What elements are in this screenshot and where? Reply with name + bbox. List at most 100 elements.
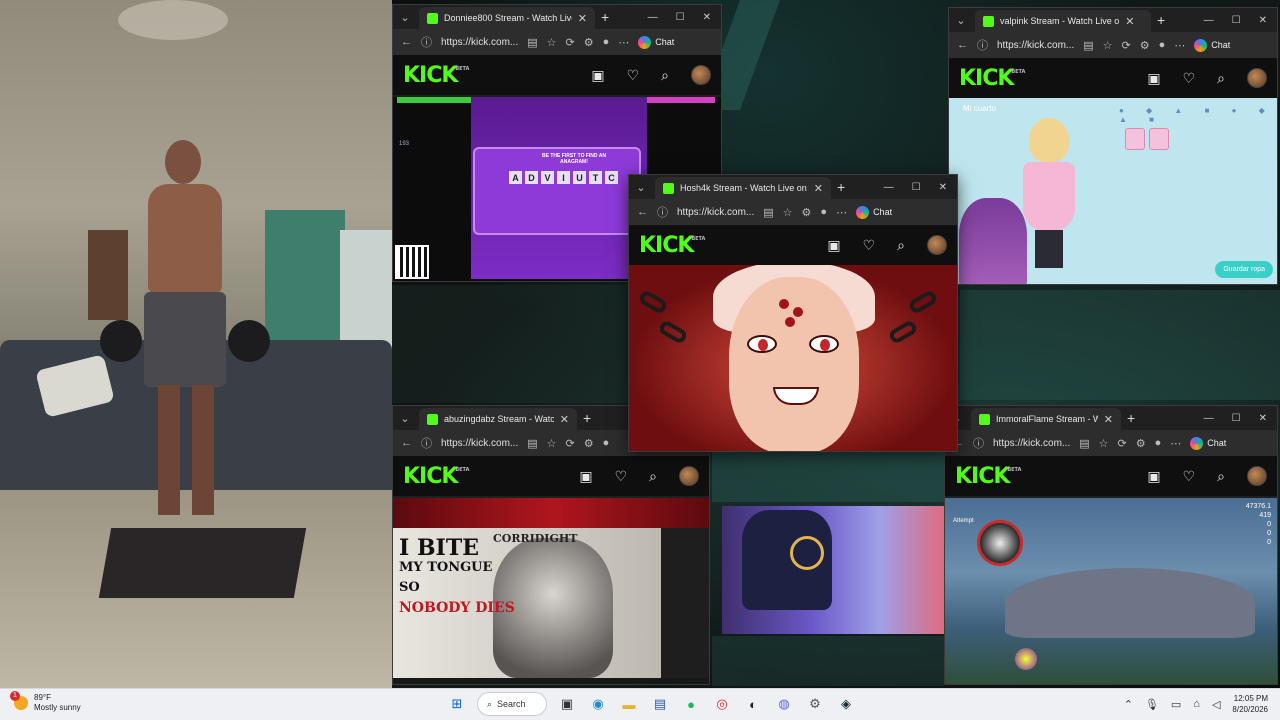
new-tab-button[interactable]: + xyxy=(1127,410,1135,426)
taskbar-search[interactable]: ⌕ Search xyxy=(477,692,547,716)
back-icon[interactable]: ← xyxy=(957,39,968,51)
more-options-icon[interactable]: ⋯ xyxy=(618,36,629,49)
refresh-icon[interactable]: ⟳ xyxy=(1118,437,1127,450)
refresh-icon[interactable]: ⟳ xyxy=(1122,39,1131,52)
user-avatar[interactable] xyxy=(679,466,699,486)
tab-list-chevron-icon[interactable]: ⌄ xyxy=(397,11,413,24)
spotify-icon[interactable]: ● xyxy=(680,693,702,715)
search-icon[interactable]: ⌕ xyxy=(649,468,657,485)
copilot-chat-button[interactable]: Chat xyxy=(1194,38,1230,52)
profile-icon[interactable]: ● xyxy=(603,36,610,48)
extensions-icon[interactable]: ⚙ xyxy=(1136,437,1146,450)
windows-start-icon[interactable]: ⊞ xyxy=(446,693,468,715)
new-tab-button[interactable]: + xyxy=(837,179,845,195)
kick-logo[interactable]: KICK BETA xyxy=(639,233,705,258)
favorite-star-icon[interactable]: ☆ xyxy=(1099,437,1109,450)
close-tab-icon[interactable]: ✕ xyxy=(560,413,569,426)
kick-logo[interactable]: KICK BETA xyxy=(955,464,1021,489)
chrome-icon[interactable]: ◎ xyxy=(711,693,733,715)
tab-stream[interactable]: Hosh4k Stream - Watch Live on K ✕ xyxy=(655,177,831,199)
video-player[interactable] xyxy=(629,265,957,451)
heart-icon[interactable]: ♡ xyxy=(863,237,876,254)
maximize-button[interactable]: ☐ xyxy=(912,182,921,193)
refresh-icon[interactable]: ⟳ xyxy=(566,437,575,450)
back-icon[interactable]: ← xyxy=(401,36,412,48)
browser-window-hosh4k[interactable]: ⌄ Hosh4k Stream - Watch Live on K ✕ + — … xyxy=(628,174,958,452)
close-tab-icon[interactable]: ✕ xyxy=(578,12,587,25)
browser-window-immoralflame[interactable]: ⌄ ImmoralFlame Stream - Watc ✕ + — ☐ ✕ ←… xyxy=(944,405,1278,685)
extensions-icon[interactable]: ⚙ xyxy=(584,437,594,450)
video-player[interactable]: CORRIDIGHT I BITE MY TONGUE SO NOBODY DI… xyxy=(393,498,709,684)
search-icon[interactable]: ⌕ xyxy=(1217,70,1225,87)
search-icon[interactable]: ⌕ xyxy=(897,237,905,254)
video-player[interactable]: Mi cuarto ● ◆ ▲ ■ ● ◆ ▲ ■ Guardar ropa xyxy=(949,98,1277,284)
extensions-icon[interactable]: ⚙ xyxy=(802,206,812,219)
gift-icon[interactable]: ▣ xyxy=(579,468,592,485)
weather-widget[interactable]: 1 89°F Mostly sunny xyxy=(10,691,81,713)
gift-icon[interactable]: ▣ xyxy=(1147,70,1160,87)
minimize-button[interactable]: — xyxy=(1204,413,1214,424)
network-icon[interactable]: ⌂ xyxy=(1193,698,1200,710)
close-tab-icon[interactable]: ✕ xyxy=(814,182,823,195)
volume-icon[interactable]: ◁ xyxy=(1212,698,1220,711)
url-field[interactable]: https://kick.com... xyxy=(441,438,518,449)
video-player[interactable]: Attempt 47376.1 419 0 0 0 xyxy=(945,498,1277,684)
favorite-star-icon[interactable]: ☆ xyxy=(547,437,557,450)
favorite-star-icon[interactable]: ☆ xyxy=(1103,39,1113,52)
minimize-button[interactable]: — xyxy=(884,182,894,193)
more-options-icon[interactable]: ⋯ xyxy=(1170,437,1181,450)
discord-icon[interactable]: ◍ xyxy=(773,693,795,715)
more-options-icon[interactable]: ⋯ xyxy=(836,206,847,219)
profile-icon[interactable]: ● xyxy=(603,437,610,449)
site-info-icon[interactable]: ⓘ xyxy=(421,435,432,451)
clock[interactable]: 12:05 PM 8/20/2026 xyxy=(1232,693,1268,715)
profile-icon[interactable]: ● xyxy=(1155,437,1162,449)
favorite-star-icon[interactable]: ☆ xyxy=(547,36,557,49)
kick-logo[interactable]: KICK BETA xyxy=(959,66,1025,91)
reader-icon[interactable]: ▤ xyxy=(763,206,773,219)
close-window-button[interactable]: ✕ xyxy=(939,182,947,193)
task-view-icon[interactable]: ▣ xyxy=(556,693,578,715)
maximize-button[interactable]: ☐ xyxy=(1232,15,1241,26)
file-explorer-icon[interactable]: ▬ xyxy=(618,693,640,715)
display-icon[interactable]: ▭ xyxy=(1171,698,1181,711)
heart-icon[interactable]: ♡ xyxy=(1183,468,1196,485)
copilot-chat-button[interactable]: Chat xyxy=(638,35,674,49)
profile-icon[interactable]: ● xyxy=(1159,39,1166,51)
user-avatar[interactable] xyxy=(691,65,711,85)
tab-stream[interactable]: valpink Stream - Watch Live o ✕ xyxy=(975,10,1151,32)
obs-icon[interactable]: ◐ xyxy=(742,693,764,715)
extensions-icon[interactable]: ⚙ xyxy=(1140,39,1150,52)
edge-icon[interactable]: ◉ xyxy=(587,693,609,715)
search-icon[interactable]: ⌕ xyxy=(1217,468,1225,485)
reader-icon[interactable]: ▤ xyxy=(1083,39,1093,52)
kick-logo[interactable]: KICK BETA xyxy=(403,63,469,88)
reader-icon[interactable]: ▤ xyxy=(527,36,537,49)
new-tab-button[interactable]: + xyxy=(1157,12,1165,28)
reader-icon[interactable]: ▤ xyxy=(1079,437,1089,450)
profile-icon[interactable]: ● xyxy=(820,206,827,218)
new-tab-button[interactable]: + xyxy=(601,9,609,25)
heart-icon[interactable]: ♡ xyxy=(1183,70,1196,87)
site-info-icon[interactable]: ⓘ xyxy=(421,34,432,50)
site-info-icon[interactable]: ⓘ xyxy=(657,204,668,220)
extensions-icon[interactable]: ⚙ xyxy=(584,36,594,49)
url-field[interactable]: https://kick.com... xyxy=(677,207,754,218)
minimize-button[interactable]: — xyxy=(648,12,658,23)
tab-stream[interactable]: Donniee800 Stream - Watch Live o ✕ xyxy=(419,7,595,29)
kick-logo[interactable]: KICK BETA xyxy=(403,464,469,489)
settings-icon[interactable]: ⚙ xyxy=(804,693,826,715)
reader-icon[interactable]: ▤ xyxy=(527,437,537,450)
user-avatar[interactable] xyxy=(1247,68,1267,88)
user-avatar[interactable] xyxy=(927,235,947,255)
tab-list-chevron-icon[interactable]: ⌄ xyxy=(953,14,969,27)
url-field[interactable]: https://kick.com... xyxy=(993,438,1070,449)
copilot-chat-button[interactable]: Chat xyxy=(1190,436,1226,450)
store-icon[interactable]: ▤ xyxy=(649,693,671,715)
site-info-icon[interactable]: ⓘ xyxy=(977,37,988,53)
back-icon[interactable]: ← xyxy=(637,206,648,218)
heart-icon[interactable]: ♡ xyxy=(615,468,628,485)
close-window-button[interactable]: ✕ xyxy=(1259,413,1267,424)
user-avatar[interactable] xyxy=(1247,466,1267,486)
close-tab-icon[interactable]: ✕ xyxy=(1104,413,1113,426)
